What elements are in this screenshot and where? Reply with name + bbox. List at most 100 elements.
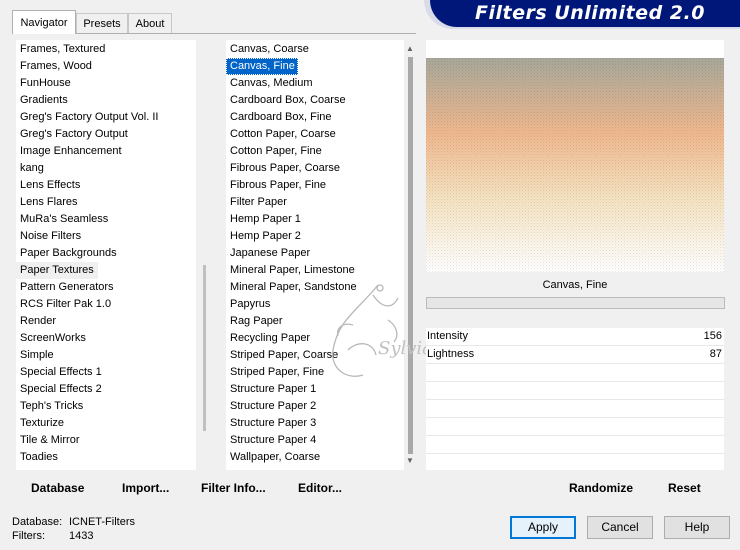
filter-item[interactable]: Hemp Paper 2 — [226, 228, 404, 245]
filter-item[interactable]: Cardboard Box, Fine — [226, 109, 404, 126]
filter-scrollbar[interactable]: ▲ ▼ — [404, 40, 417, 470]
filter-row[interactable]: Structure Paper 4 — [226, 432, 404, 449]
category-scroll-thumb[interactable] — [203, 265, 206, 431]
category-row[interactable]: Simple — [16, 347, 196, 364]
category-item[interactable]: Greg's Factory Output — [16, 126, 196, 143]
category-item[interactable]: Frames, Textured — [16, 41, 196, 58]
category-item[interactable]: Texturize — [16, 415, 196, 432]
filter-item[interactable]: Cotton Paper, Fine — [226, 143, 404, 160]
category-row[interactable]: Teph's Tricks — [16, 398, 196, 415]
reset-button[interactable]: Reset — [668, 481, 701, 495]
filter-item[interactable]: Cotton Paper, Coarse — [226, 126, 404, 143]
filter-item[interactable]: Fibrous Paper, Coarse — [226, 160, 404, 177]
filter-item[interactable]: Filter Paper — [226, 194, 404, 211]
category-item[interactable]: Frames, Wood — [16, 58, 196, 75]
filter-scroll-thumb[interactable] — [408, 57, 413, 454]
param-intensity[interactable]: Intensity 156 — [426, 328, 724, 346]
category-row[interactable]: Gradients — [16, 92, 196, 109]
category-item[interactable]: Tile & Mirror — [16, 432, 196, 449]
filter-row[interactable]: Cotton Paper, Coarse — [226, 126, 404, 143]
filter-row[interactable]: Fibrous Paper, Fine — [226, 177, 404, 194]
database-button[interactable]: Database — [31, 481, 84, 495]
category-row[interactable]: Paper Textures — [16, 262, 196, 279]
category-item[interactable]: Pattern Generators — [16, 279, 196, 296]
filter-row[interactable]: Structure Paper 2 — [226, 398, 404, 415]
category-item[interactable]: Image Enhancement — [16, 143, 196, 160]
filter-item[interactable]: Structure Paper 3 — [226, 415, 404, 432]
tab-about[interactable]: About — [128, 13, 172, 33]
category-item[interactable]: ScreenWorks — [16, 330, 196, 347]
category-row[interactable]: Special Effects 1 — [16, 364, 196, 381]
category-item[interactable]: Toadies — [16, 449, 196, 466]
scroll-up-icon[interactable]: ▲ — [406, 44, 414, 53]
category-item[interactable]: Lens Effects — [16, 177, 196, 194]
category-row[interactable]: Toadies — [16, 449, 196, 466]
filter-item[interactable]: Canvas, Coarse — [226, 41, 404, 58]
category-item[interactable]: Gradients — [16, 92, 196, 109]
filter-item[interactable]: Canvas, Fine — [226, 58, 298, 75]
category-item[interactable]: Paper Textures — [16, 262, 98, 279]
category-row[interactable]: Special Effects 2 — [16, 381, 196, 398]
category-row[interactable]: kang — [16, 160, 196, 177]
import-button[interactable]: Import... — [122, 481, 169, 495]
category-row[interactable]: Texturize — [16, 415, 196, 432]
category-item[interactable]: Lens Flares — [16, 194, 196, 211]
category-row[interactable]: Tile & Mirror — [16, 432, 196, 449]
filter-item[interactable]: Fibrous Paper, Fine — [226, 177, 404, 194]
param-lightness[interactable]: Lightness 87 — [426, 346, 724, 364]
filter-row[interactable]: Cotton Paper, Fine — [226, 143, 404, 160]
filter-row[interactable]: Filter Paper — [226, 194, 404, 211]
filter-row[interactable]: Hemp Paper 2 — [226, 228, 404, 245]
category-item[interactable]: kang — [16, 160, 196, 177]
category-row[interactable]: FunHouse — [16, 75, 196, 92]
filter-info-button[interactable]: Filter Info... — [201, 481, 266, 495]
filter-row[interactable]: Cardboard Box, Coarse — [226, 92, 404, 109]
category-row[interactable]: Frames, Wood — [16, 58, 196, 75]
filter-item[interactable]: Wallpaper, Coarse — [226, 449, 404, 466]
filter-row[interactable]: Structure Paper 3 — [226, 415, 404, 432]
filter-item[interactable]: Canvas, Medium — [226, 75, 404, 92]
category-row[interactable]: MuRa's Seamless — [16, 211, 196, 228]
filter-item[interactable]: Cardboard Box, Coarse — [226, 92, 404, 109]
randomize-button[interactable]: Randomize — [569, 481, 633, 495]
category-item[interactable]: Render — [16, 313, 196, 330]
category-row[interactable]: Image Enhancement — [16, 143, 196, 160]
apply-button[interactable]: Apply — [510, 516, 576, 539]
category-row[interactable]: Greg's Factory Output — [16, 126, 196, 143]
category-item[interactable]: Noise Filters — [16, 228, 196, 245]
category-row[interactable]: Lens Effects — [16, 177, 196, 194]
category-item[interactable]: Special Effects 2 — [16, 381, 196, 398]
filter-row[interactable]: Canvas, Coarse — [226, 41, 404, 58]
category-list[interactable]: Frames, Textured Frames, Wood FunHouse Grad… — [16, 40, 196, 470]
category-row[interactable]: Render — [16, 313, 196, 330]
filter-row[interactable]: Canvas, Fine — [226, 58, 404, 75]
cancel-button[interactable]: Cancel — [587, 516, 653, 539]
category-row[interactable]: Pattern Generators — [16, 279, 196, 296]
filter-item[interactable]: Mineral Paper, Limestone — [226, 262, 404, 279]
category-row[interactable]: RCS Filter Pak 1.0 — [16, 296, 196, 313]
filter-row[interactable]: Fibrous Paper, Coarse — [226, 160, 404, 177]
filter-row[interactable]: Canvas, Medium — [226, 75, 404, 92]
category-item[interactable]: Greg's Factory Output Vol. II — [16, 109, 196, 126]
scroll-down-icon[interactable]: ▼ — [406, 456, 414, 465]
category-row[interactable]: ScreenWorks — [16, 330, 196, 347]
help-button[interactable]: Help — [664, 516, 730, 539]
filter-row[interactable]: Mineral Paper, Limestone — [226, 262, 404, 279]
filter-row[interactable]: Cardboard Box, Fine — [226, 109, 404, 126]
filter-item[interactable]: Structure Paper 2 — [226, 398, 404, 415]
tab-navigator[interactable]: Navigator — [12, 10, 76, 34]
category-row[interactable]: Frames, Textured — [16, 41, 196, 58]
category-item[interactable]: Paper Backgrounds — [16, 245, 196, 262]
category-item[interactable]: MuRa's Seamless — [16, 211, 196, 228]
category-row[interactable]: Lens Flares — [16, 194, 196, 211]
filter-item[interactable]: Japanese Paper — [226, 245, 404, 262]
category-item[interactable]: Teph's Tricks — [16, 398, 196, 415]
filter-list[interactable]: Canvas, Coarse Canvas, Fine Canvas, Medium… — [226, 40, 404, 470]
filter-row[interactable]: Wallpaper, Coarse — [226, 449, 404, 466]
category-item[interactable]: FunHouse — [16, 75, 196, 92]
category-row[interactable]: Noise Filters — [16, 228, 196, 245]
category-row[interactable]: Greg's Factory Output Vol. II — [16, 109, 196, 126]
category-item[interactable]: Simple — [16, 347, 196, 364]
category-row[interactable]: Paper Backgrounds — [16, 245, 196, 262]
category-item[interactable]: RCS Filter Pak 1.0 — [16, 296, 196, 313]
